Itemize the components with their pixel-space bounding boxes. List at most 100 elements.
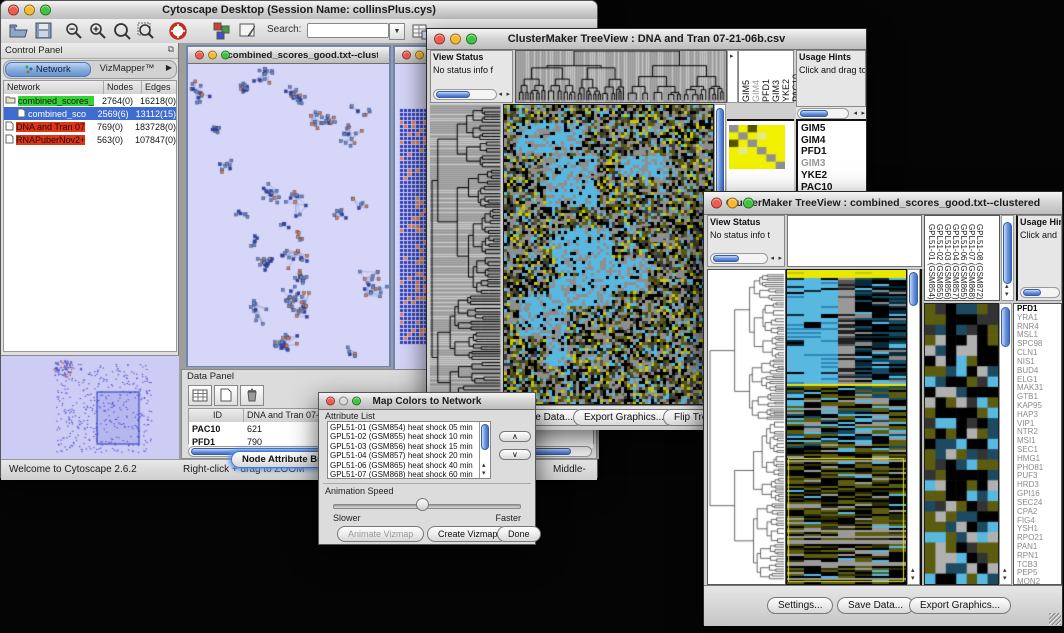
- scroll-down-icon[interactable]: ▾: [911, 575, 915, 582]
- search-input[interactable]: [307, 23, 389, 38]
- treeview2-controls[interactable]: [711, 198, 754, 209]
- gene-label[interactable]: GIM5: [801, 123, 866, 135]
- scroll-thumb[interactable]: [909, 272, 918, 306]
- tv2-zoom-heatmap[interactable]: [924, 303, 999, 585]
- export-graphics-button[interactable]: Export Graphics...: [573, 409, 675, 426]
- close-button[interactable]: [8, 5, 19, 16]
- gene-label[interactable]: YKE2: [801, 170, 866, 182]
- scroll-thumb[interactable]: [713, 255, 739, 262]
- float-panel-icon[interactable]: ⧉: [168, 44, 174, 55]
- treeview1-titlebar[interactable]: ClusterMaker TreeView : DNA and Tran 07-…: [427, 29, 866, 50]
- zoom-button[interactable]: [40, 5, 51, 16]
- scroll-up-icon[interactable]: ▴: [1003, 567, 1007, 574]
- close-button[interactable]: [434, 34, 445, 45]
- window-controls[interactable]: [8, 5, 51, 16]
- tv2-status-hscrollbar[interactable]: [710, 253, 768, 264]
- treeview2-titlebar[interactable]: ClusterMaker TreeView : combined_scores_…: [704, 192, 1062, 215]
- col-network[interactable]: Network: [4, 81, 104, 94]
- zoom-in-icon[interactable]: [89, 22, 107, 45]
- minimize-button[interactable]: [339, 397, 348, 406]
- resize-grip[interactable]: [1049, 613, 1061, 625]
- zoom-button[interactable]: [743, 198, 754, 209]
- gene-label[interactable]: GIM3: [801, 158, 866, 170]
- gene-label[interactable]: PFD1: [801, 146, 866, 158]
- tv2-main-vscrollbar[interactable]: ▴ ▾: [907, 269, 920, 585]
- zoom-fit-icon[interactable]: [113, 22, 131, 45]
- expand-icon[interactable]: ▸: [730, 53, 734, 60]
- attribute-list-item[interactable]: GPL51-07 (GSM868) heat shock 60 min: [330, 470, 488, 479]
- tv2-row-dendrogram[interactable]: [707, 269, 786, 585]
- scroll-thumb[interactable]: [1003, 222, 1012, 284]
- close-button[interactable]: [326, 397, 335, 406]
- zoom-out-icon[interactable]: [65, 22, 83, 45]
- overview-canvas[interactable]: [1, 356, 179, 460]
- tab-network[interactable]: Network: [5, 62, 91, 77]
- attribute-select-icon[interactable]: [188, 385, 212, 406]
- attribute-list-vscrollbar[interactable]: ▴ ▾: [479, 422, 490, 478]
- tv1-similarity-matrix[interactable]: [729, 125, 785, 169]
- search-dropdown-arrow-icon[interactable]: ▼: [389, 23, 405, 40]
- tv1-row-dendrogram[interactable]: [430, 104, 501, 405]
- minimize-button[interactable]: [727, 198, 738, 209]
- save-icon[interactable]: [35, 22, 52, 44]
- cytoscape-titlebar[interactable]: Cytoscape Desktop (Session Name: collins…: [1, 1, 597, 20]
- network-table-row[interactable]: combined_sco2569(6)13112(15): [4, 107, 176, 120]
- open-folder-icon[interactable]: [9, 22, 28, 44]
- treeview1-controls[interactable]: [434, 34, 477, 45]
- zoom-button[interactable]: [466, 34, 477, 45]
- attribute-list-item[interactable]: GPL51-01 (GSM854) heat shock 05 min: [330, 423, 488, 432]
- help-lifering-icon[interactable]: [169, 22, 187, 45]
- minimize-button[interactable]: [208, 51, 217, 60]
- tv2-hints-hscrollbar[interactable]: [1020, 287, 1060, 298]
- speed-slider-thumb[interactable]: [416, 498, 429, 511]
- col-nodes[interactable]: Nodes: [104, 81, 142, 94]
- network-view-controls[interactable]: [195, 51, 230, 60]
- done-button[interactable]: Done: [497, 526, 541, 542]
- scroll-left-icon[interactable]: ◂: [498, 91, 502, 98]
- scroll-down-icon[interactable]: ▾: [1003, 575, 1007, 582]
- new-attribute-icon[interactable]: [214, 385, 238, 406]
- scroll-thumb[interactable]: [481, 424, 489, 450]
- minimize-button[interactable]: [415, 51, 424, 60]
- minimize-button[interactable]: [24, 5, 35, 16]
- network-table-row[interactable]: DNA and Tran 07769(0)183728(0): [4, 120, 176, 133]
- scroll-up-icon[interactable]: ▴: [911, 567, 915, 574]
- network-overview-panel[interactable]: [1, 355, 179, 460]
- zoom-button[interactable]: [352, 397, 361, 406]
- tab-vizmapper[interactable]: VizMapper™: [96, 63, 158, 74]
- tv2-heatmap[interactable]: [786, 269, 907, 585]
- scroll-right-icon[interactable]: ▸: [778, 255, 782, 262]
- vizmapper-icon[interactable]: [213, 22, 231, 45]
- scroll-thumb[interactable]: [1023, 289, 1041, 296]
- minimize-button[interactable]: [450, 34, 461, 45]
- close-button[interactable]: [711, 198, 722, 209]
- scroll-thumb[interactable]: [436, 91, 470, 98]
- scroll-up-icon[interactable]: ▴: [482, 462, 486, 469]
- save-data-button[interactable]: Save Data...: [837, 597, 914, 614]
- network-table-row[interactable]: RNAPuberNov2+563(0)107847(0): [4, 133, 176, 146]
- settings-button[interactable]: Settings...: [767, 597, 833, 614]
- scroll-thumb[interactable]: [800, 110, 828, 117]
- attribute-list-item[interactable]: GPL51-03 (GSM856) heat shock 15 min: [330, 442, 488, 451]
- attribute-list-item[interactable]: GPL51-04 (GSM857) heat shock 20 min: [330, 451, 488, 460]
- delete-attribute-icon[interactable]: [240, 385, 264, 406]
- scroll-down-icon[interactable]: ▾: [1005, 291, 1009, 298]
- scroll-thumb[interactable]: [1001, 307, 1010, 347]
- attribute-listbox[interactable]: GPL51-01 (GSM854) heat shock 05 min GPL51…: [327, 421, 491, 479]
- scroll-left-icon[interactable]: ◂: [853, 110, 857, 117]
- col-id[interactable]: ID: [189, 409, 244, 422]
- tv1-right-hscrollbar[interactable]: [797, 108, 849, 119]
- close-button[interactable]: [402, 51, 411, 60]
- tv2-zoom-vscrollbar[interactable]: ▴ ▾: [999, 303, 1012, 585]
- move-up-button[interactable]: ∧: [499, 431, 531, 442]
- gene-label[interactable]: GIM4: [801, 135, 866, 147]
- col-edges[interactable]: Edges: [142, 81, 176, 94]
- export-graphics-button[interactable]: Export Graphics...: [909, 597, 1011, 614]
- network-table-row[interactable]: combined_scores_2764(0)16218(0): [4, 94, 176, 107]
- zoom-selected-icon[interactable]: [137, 22, 155, 45]
- gene-label[interactable]: MON2: [1017, 578, 1061, 585]
- scroll-up-icon[interactable]: ▴: [1005, 283, 1009, 290]
- scroll-down-icon[interactable]: ▾: [482, 470, 486, 477]
- tv1-status-hscrollbar[interactable]: [433, 89, 497, 100]
- tab-overflow-icon[interactable]: ▶: [166, 63, 172, 72]
